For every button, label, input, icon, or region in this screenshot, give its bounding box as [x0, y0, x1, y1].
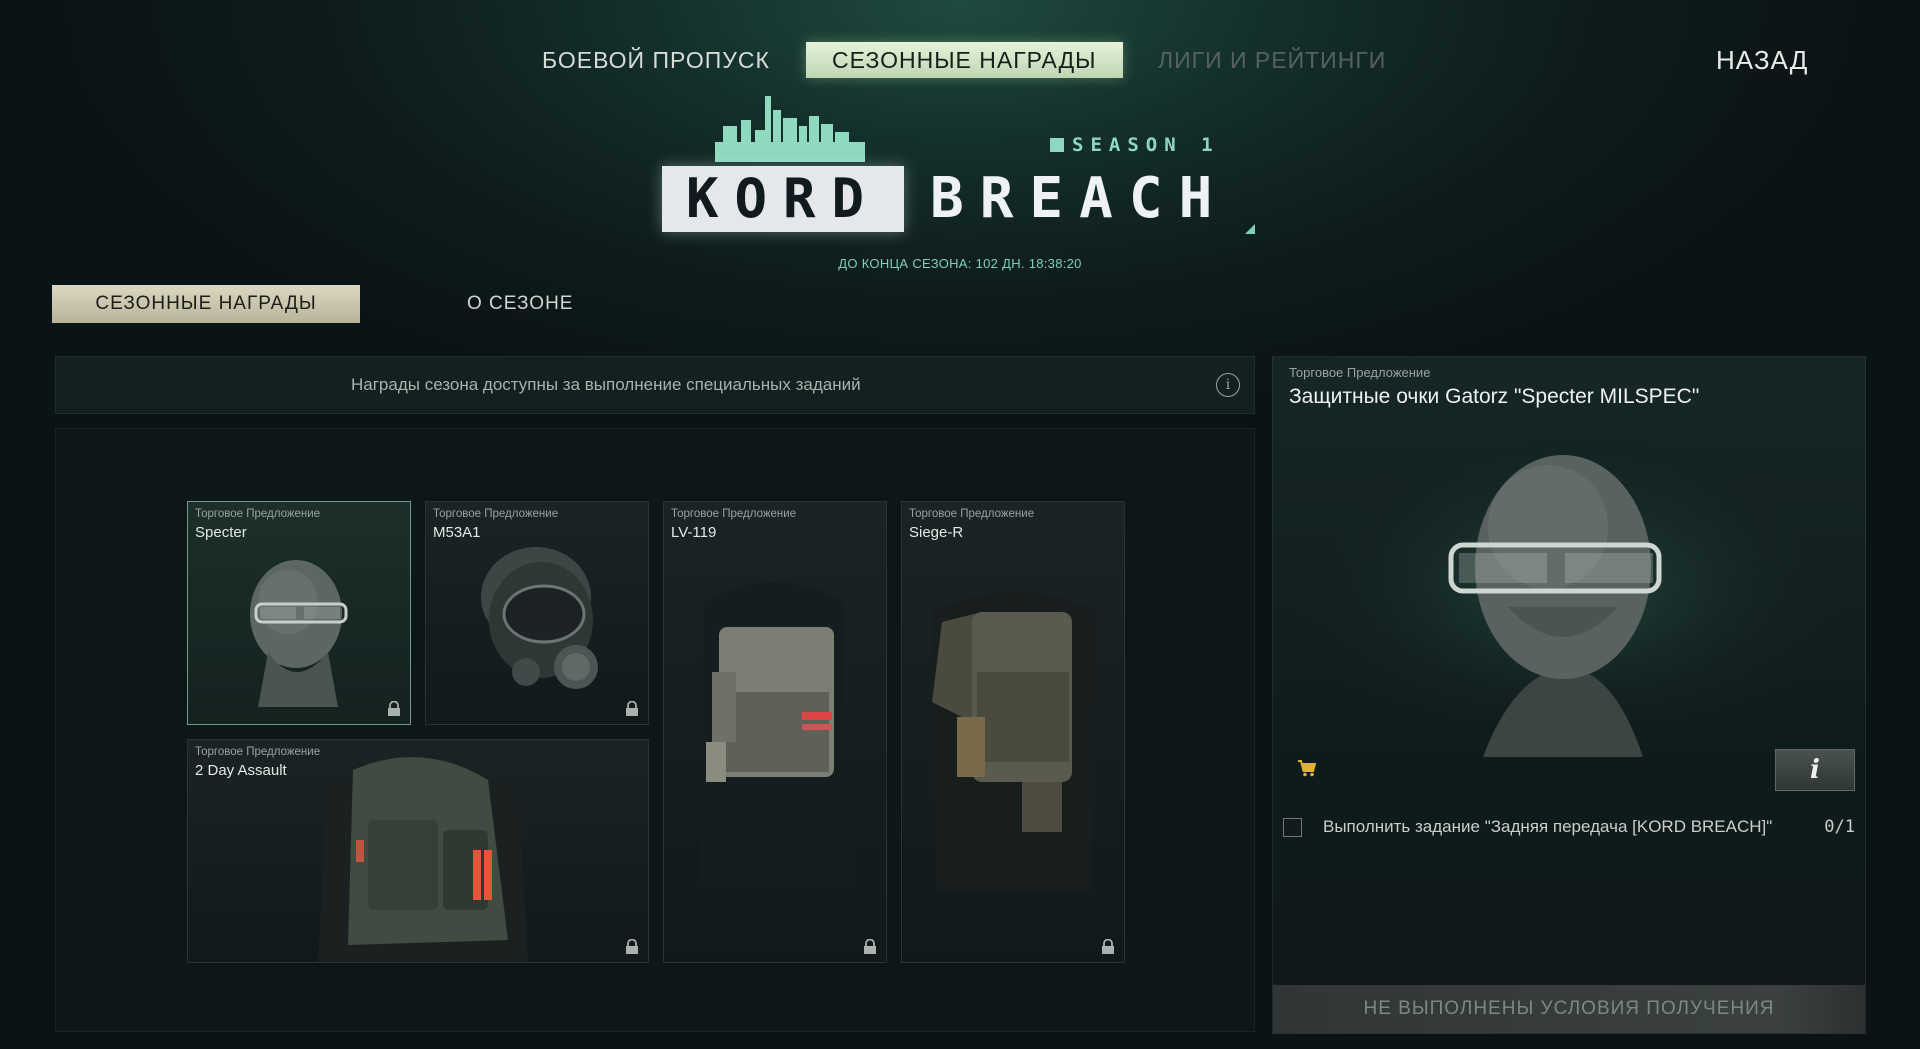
- gas-mask-image: [481, 547, 598, 689]
- task-row: Выполнить задание "Задняя передача [KORD…: [1283, 809, 1855, 845]
- reward-card-specter[interactable]: Торговое Предложение Specter: [187, 501, 411, 725]
- body-armor-image: [932, 592, 1097, 892]
- logo-kord: KORD: [662, 166, 904, 232]
- info-bar: Награды сезона доступны за выполнение сп…: [55, 356, 1255, 414]
- backpack-image: [318, 757, 528, 962]
- lock-icon: [626, 701, 638, 716]
- detail-tag: Торговое Предложение: [1289, 365, 1431, 380]
- lock-icon: [388, 701, 400, 716]
- reward-detail-panel: Торговое Предложение Защитные очки Gator…: [1272, 356, 1866, 1034]
- logo-breach: BREACH: [930, 166, 1229, 231]
- tab-battle-pass[interactable]: БОЕВОЙ ПРОПУСК: [542, 42, 770, 78]
- cart-icon[interactable]: [1297, 759, 1317, 777]
- reward-card-m53a1[interactable]: Торговое Предложение M53A1: [425, 501, 649, 725]
- reward-card-siege-r[interactable]: Торговое Предложение Siege-R: [901, 501, 1125, 963]
- task-checkbox: [1283, 818, 1302, 837]
- tab-leagues-ratings[interactable]: ЛИГИ И РЕЙТИНГИ: [1158, 42, 1386, 78]
- subtab-season-rewards[interactable]: СЕЗОННЫЕ НАГРАДЫ: [52, 285, 360, 323]
- corner-mark-icon: [1245, 224, 1255, 234]
- reward-card-2-day-assault[interactable]: Торговое Предложение 2 Day Assault: [187, 739, 649, 963]
- task-text: Выполнить задание "Задняя передача [KORD…: [1323, 817, 1773, 836]
- subtab-about-season[interactable]: О СЕЗОНЕ: [467, 285, 573, 323]
- tab-season-rewards[interactable]: СЕЗОННЫЕ НАГРАДЫ: [806, 42, 1123, 78]
- season-countdown: ДО КОНЦА СЕЗОНА: 102 ДН. 18:38:20: [838, 256, 1082, 271]
- lock-icon: [1102, 939, 1114, 954]
- item-info-button[interactable]: i: [1775, 749, 1855, 791]
- skyline-graphic: [715, 96, 865, 162]
- info-icon[interactable]: i: [1216, 373, 1240, 397]
- rewards-panel: Торговое Предложение Specter Торговое Пр…: [55, 428, 1255, 1032]
- task-progress: 0/1: [1824, 817, 1855, 837]
- info-text: Награды сезона доступны за выполнение сп…: [351, 375, 861, 394]
- season-square-icon: [1050, 138, 1064, 152]
- lock-icon: [864, 939, 876, 954]
- season-logo: SEASON 1 KORD BREACH: [660, 96, 1260, 246]
- glasses-head-image: [250, 560, 348, 707]
- lock-icon: [626, 939, 638, 954]
- back-button[interactable]: НАЗАД: [1716, 42, 1808, 78]
- season-text: SEASON 1: [1072, 134, 1220, 156]
- plate-carrier-image: [699, 582, 849, 882]
- claim-status-button[interactable]: НЕ ВЫПОЛНЕНЫ УСЛОВИЯ ПОЛУЧЕНИЯ: [1273, 985, 1865, 1033]
- top-navigation: БОЕВОЙ ПРОПУСК СЕЗОННЫЕ НАГРАДЫ ЛИГИ И Р…: [0, 42, 1920, 78]
- detail-preview-image: [1273, 417, 1865, 757]
- detail-title: Защитные очки Gatorz "Specter MILSPEC": [1289, 385, 1700, 408]
- reward-card-lv119[interactable]: Торговое Предложение LV-119: [663, 501, 887, 963]
- season-label: SEASON 1: [1050, 134, 1220, 156]
